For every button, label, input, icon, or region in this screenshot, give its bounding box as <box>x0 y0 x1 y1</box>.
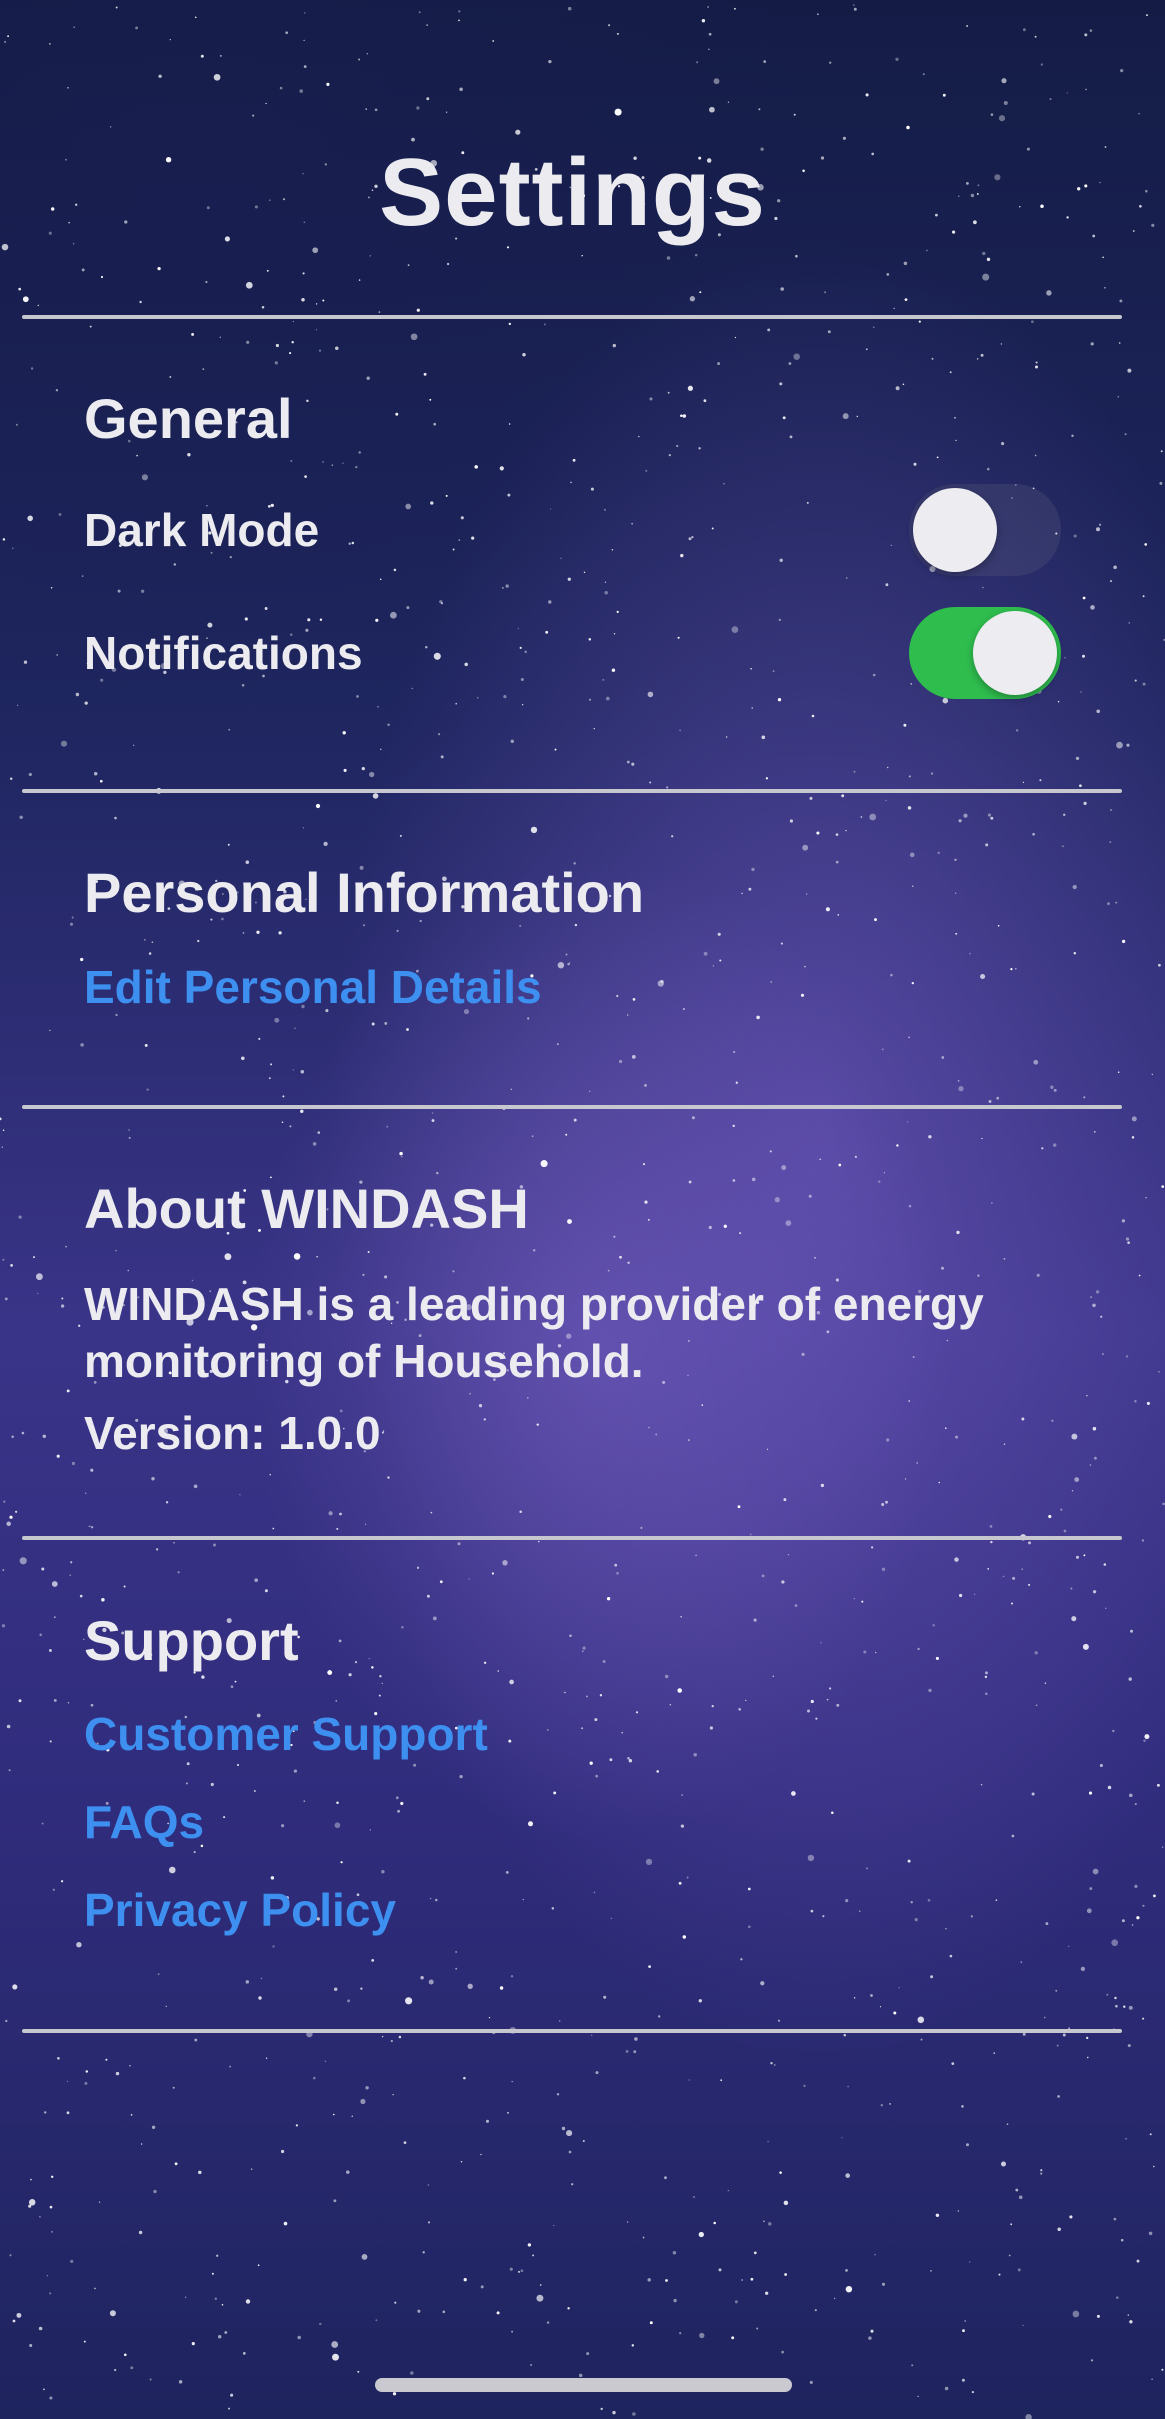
notifications-toggle[interactable] <box>909 607 1061 699</box>
dark-mode-toggle[interactable] <box>909 484 1061 576</box>
page-title: Settings <box>379 139 766 246</box>
dark-mode-label: Dark Mode <box>84 504 320 556</box>
customer-support-link[interactable]: Customer Support <box>84 1707 488 1761</box>
settings-screen: Settings General Dark Mode Notifications… <box>0 0 1165 2419</box>
section-title-support: Support <box>84 1609 299 1672</box>
notifications-label: Notifications <box>84 627 363 679</box>
section-title-about: About WINDASH <box>84 1177 529 1240</box>
app-version: Version: 1.0.0 <box>84 1407 381 1459</box>
toggle-knob <box>973 611 1057 695</box>
divider <box>22 315 1122 319</box>
section-title-personal-information: Personal Information <box>84 861 645 924</box>
divider <box>22 1105 1122 1109</box>
divider <box>22 789 1122 793</box>
toggle-knob <box>913 488 997 572</box>
edit-personal-details-link[interactable]: Edit Personal Details <box>84 960 542 1014</box>
privacy-policy-link[interactable]: Privacy Policy <box>84 1883 396 1937</box>
home-indicator <box>375 2378 792 2392</box>
divider <box>22 1536 1122 1540</box>
about-description: WINDASH is a leading provider of energy … <box>84 1278 984 1387</box>
divider <box>22 2029 1122 2033</box>
section-title-general: General <box>84 387 293 450</box>
faqs-link[interactable]: FAQs <box>84 1795 204 1849</box>
